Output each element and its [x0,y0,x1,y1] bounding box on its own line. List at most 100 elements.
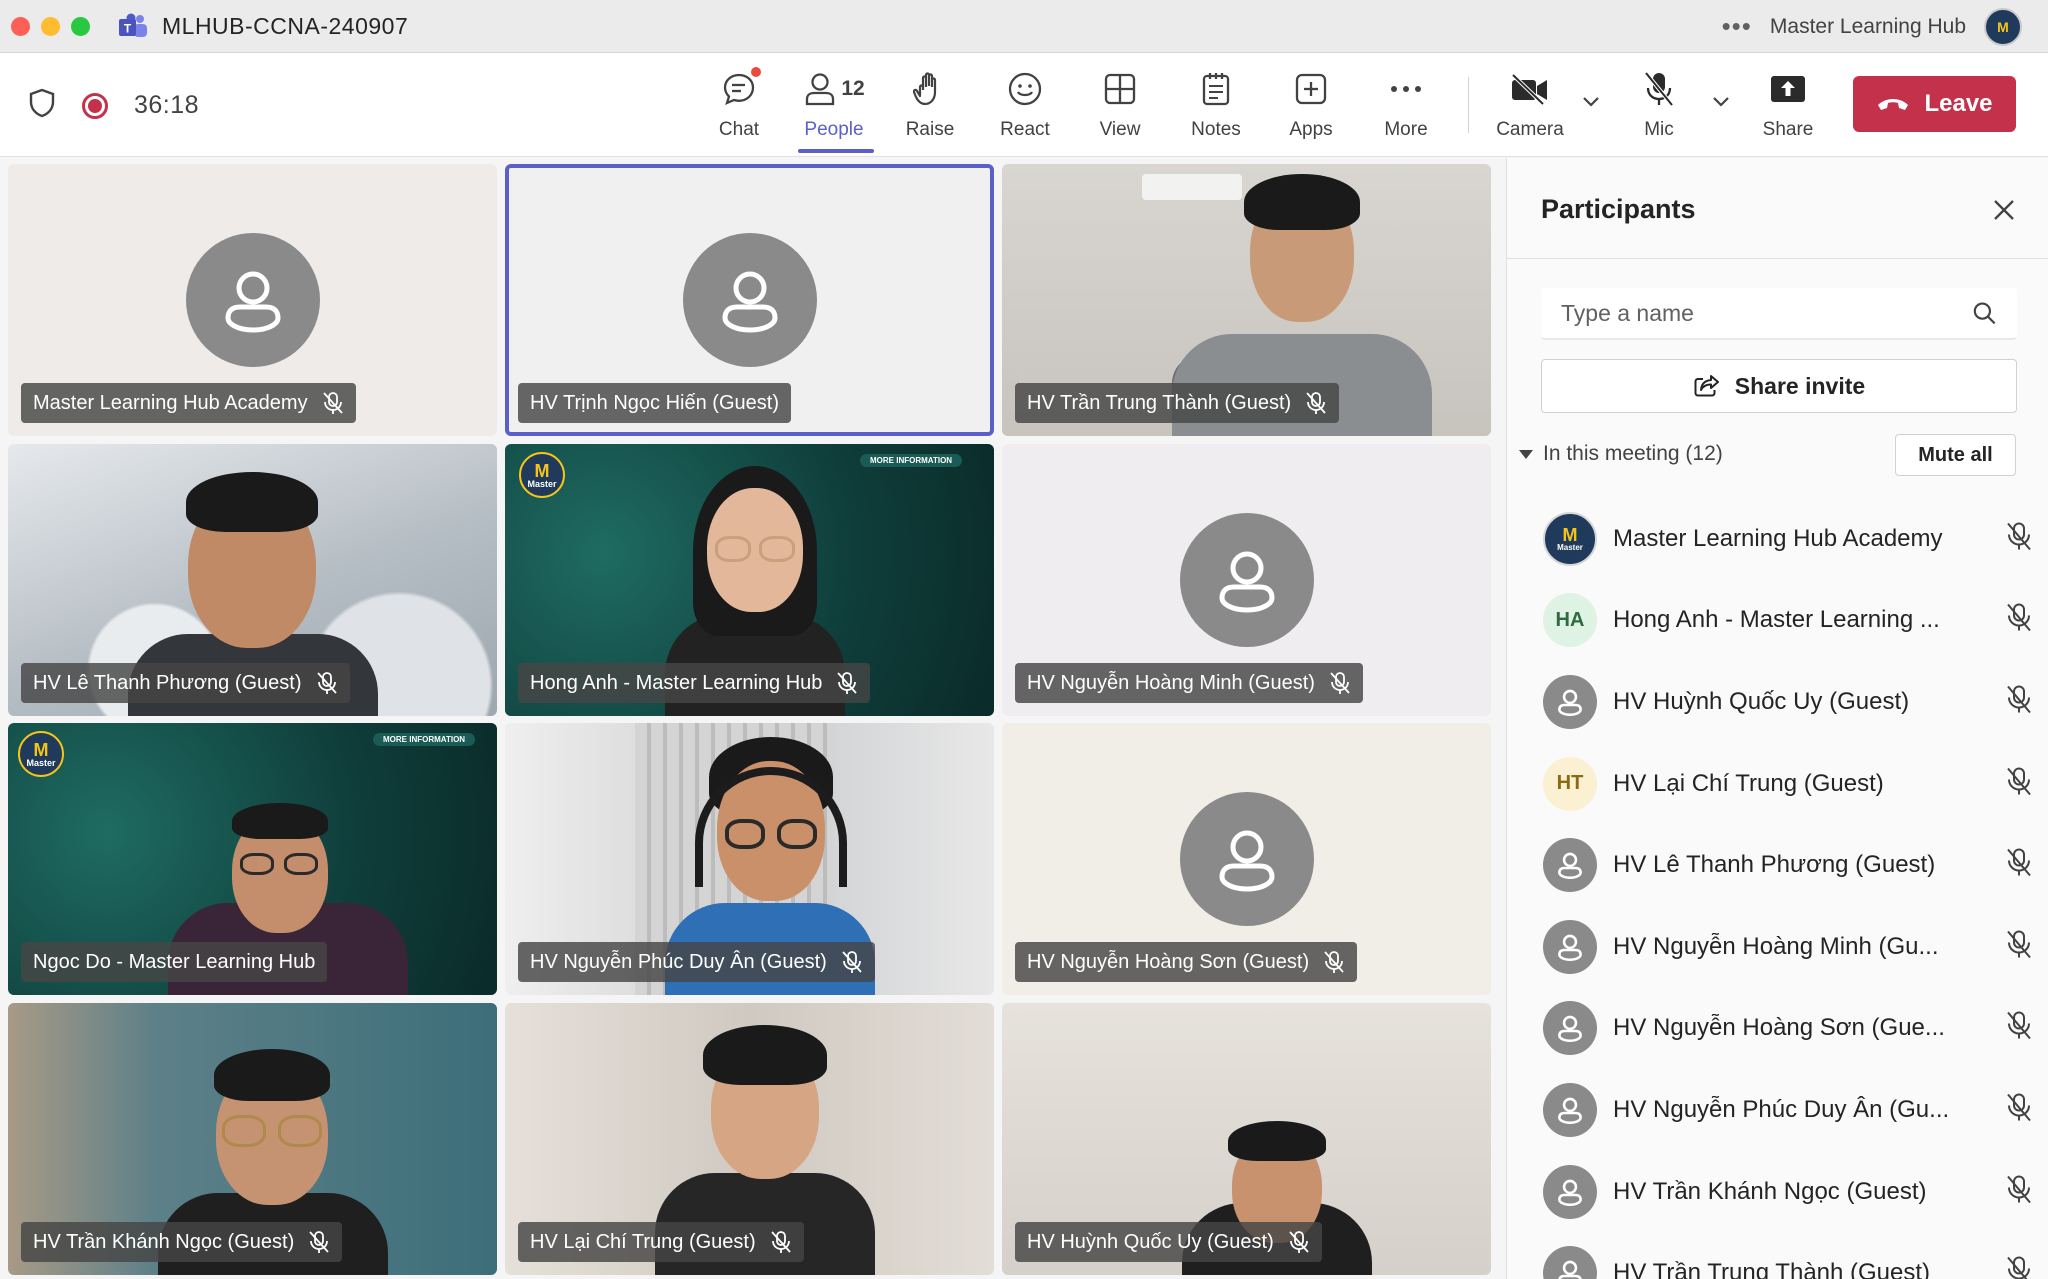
video-tile-active[interactable]: HV Trịnh Ngọc Hiến (Guest) [505,164,994,436]
notes-button[interactable]: Notes [1171,67,1261,141]
video-tile[interactable]: M Master MORE INFORMATION Hong Anh - Mast… [505,444,994,716]
close-icon[interactable] [1992,198,2016,227]
participant-row[interactable]: HV Trần Trung Thành (Guest) [1543,1232,2033,1279]
video-tile[interactable]: HV Huỳnh Quốc Uy (Guest) [1002,1003,1491,1275]
search-icon[interactable] [1972,300,1997,326]
participant-name-tag: Master Learning Hub Academy [21,383,356,423]
participant-list: M Master Master Learning Hub Academy HA Hong… [1543,498,2033,1279]
video-tile[interactable]: HV Nguyễn Hoàng Sơn (Guest) [1002,723,1491,995]
person-icon [1558,852,1582,880]
participant-name: Master Learning Hub Academy [1613,524,1943,552]
mic-button[interactable]: Mic [1614,67,1704,141]
org-name[interactable]: Master Learning Hub [1770,15,1966,39]
apps-button[interactable]: Apps [1266,67,1356,141]
video-tile[interactable]: Master Learning Hub Academy [8,164,497,436]
react-button[interactable]: React [980,67,1070,141]
avatar [1543,1164,1597,1219]
video-tile[interactable]: HV Nguyễn Phúc Duy Ân (Guest) [505,723,994,995]
meeting-toolbar: 36:18 Chat 12 People Raise React View No… [0,53,2048,157]
share-button[interactable]: Share [1743,67,1833,141]
participant-name: Hong Anh - Master Learning ... [1613,606,1940,634]
minimize-window-button[interactable] [41,16,60,36]
more-button[interactable]: More [1361,67,1451,141]
participant-name: HV Trần Trung Thành (Guest) [1613,1259,1931,1279]
people-button[interactable]: 12 People [789,67,879,141]
participant-mic-status[interactable] [2005,1092,2033,1127]
participant-mic-status[interactable] [2005,1011,2033,1046]
participant-name: HV Huỳnh Quốc Uy (Guest) [1613,687,1910,715]
maximize-window-button[interactable] [71,16,90,36]
mic-muted-icon [2007,603,2031,632]
participant-mic-status[interactable] [2005,1256,2033,1279]
avatar [1543,919,1597,974]
info-header: MORE INFORMATION [860,454,963,467]
mute-all-button[interactable]: Mute all [1895,434,2016,476]
mic-muted-icon [2007,930,2031,958]
participant-row[interactable]: HV Nguyễn Hoàng Sơn (Gue... [1543,988,2033,1070]
mic-muted-icon [1289,1231,1309,1253]
video-tile[interactable]: HV Lại Chí Trung (Guest) [505,1003,994,1275]
avatar [1543,838,1597,893]
people-count: 12 [841,77,865,100]
mic-options-chevron-icon[interactable] [1712,95,1730,113]
participant-name-tag: HV Nguyễn Hoàng Minh (Guest) [1015,663,1363,703]
recording-icon [82,92,108,119]
share-invite-button[interactable]: Share invite [1541,359,2017,413]
window-controls [11,16,90,36]
participant-mic-status[interactable] [2005,1174,2033,1209]
chat-icon [721,67,761,111]
participant-row[interactable]: HV Huỳnh Quốc Uy (Guest) [1543,661,2033,743]
participant-row[interactable]: HT HV Lại Chí Trung (Guest) [1543,743,2033,825]
participant-mic-status[interactable] [2005,766,2033,801]
participant-row[interactable]: M Master Master Learning Hub Academy [1543,498,2033,580]
video-tile[interactable]: M Master MORE INFORMATION Ngoc Do - Maste… [8,723,497,995]
participant-mic-status[interactable] [2005,603,2033,638]
share-screen-icon [1769,67,1807,111]
video-tile[interactable]: HV Trần Khánh Ngọc (Guest) [8,1003,497,1275]
participant-row[interactable]: HV Trần Khánh Ngọc (Guest) [1543,1151,2033,1233]
participant-name-tag: HV Trần Khánh Ngọc (Guest) [21,1222,343,1262]
participant-row[interactable]: HV Nguyễn Hoàng Minh (Gu... [1543,906,2033,988]
participant-name-tag: HV Trần Trung Thành (Guest) [1015,383,1340,423]
collapse-caret-icon [1519,449,1533,459]
close-window-button[interactable] [11,16,30,36]
chat-button[interactable]: Chat [694,67,784,141]
add-app-icon [1294,67,1328,111]
camera-button[interactable]: Camera [1485,67,1575,141]
grid-view-icon [1103,67,1137,111]
participant-mic-status[interactable] [2005,848,2033,883]
mic-muted-icon [2007,685,2031,714]
person-icon [1558,689,1582,717]
participant-name-tag: Ngoc Do - Master Learning Hub [21,942,328,982]
camera-off-icon [1510,67,1550,111]
camera-options-chevron-icon[interactable] [1582,95,1600,113]
participant-row[interactable]: HV Lê Thanh Phương (Guest) [1543,824,2033,906]
mic-muted-icon [2007,848,2031,877]
participant-mic-status[interactable] [2005,929,2033,964]
search-input[interactable] [1561,299,1973,327]
org-avatar[interactable]: M [1984,7,2022,46]
more-options-icon[interactable]: ••• [1722,11,1752,42]
participant-row[interactable]: HV Nguyễn Phúc Duy Ân (Gu... [1543,1069,2033,1151]
shield-icon[interactable] [28,88,56,123]
smiley-icon [1007,67,1043,111]
participant-name-tag: HV Lại Chí Trung (Guest) [518,1222,804,1262]
video-tile[interactable]: HV Lê Thanh Phương (Guest) [8,444,497,716]
leave-button[interactable]: Leave [1853,76,2016,132]
mic-muted-icon [2007,1011,2031,1040]
participant-mic-status[interactable] [2005,521,2033,556]
window-titlebar: T MLHUB-CCNA-240907 ••• Master Learning … [0,0,2048,53]
participant-name: HV Lê Thanh Phương (Guest) [1613,851,1936,879]
participant-mic-status[interactable] [2005,684,2033,719]
video-tile[interactable]: HV Trần Trung Thành (Guest) [1002,164,1491,436]
participant-name: HV Lại Chí Trung (Guest) [1613,769,1884,797]
toolbar-divider [1468,77,1469,133]
participant-row[interactable]: HA Hong Anh - Master Learning ... [1543,580,2033,662]
person-icon [224,271,281,333]
participant-search[interactable] [1541,288,2017,340]
raise-hand-button[interactable]: Raise [885,67,975,141]
mic-muted-icon [309,1231,329,1253]
view-button[interactable]: View [1075,67,1165,141]
video-tile[interactable]: HV Nguyễn Hoàng Minh (Guest) [1002,444,1491,716]
mic-muted-icon [1324,951,1344,973]
